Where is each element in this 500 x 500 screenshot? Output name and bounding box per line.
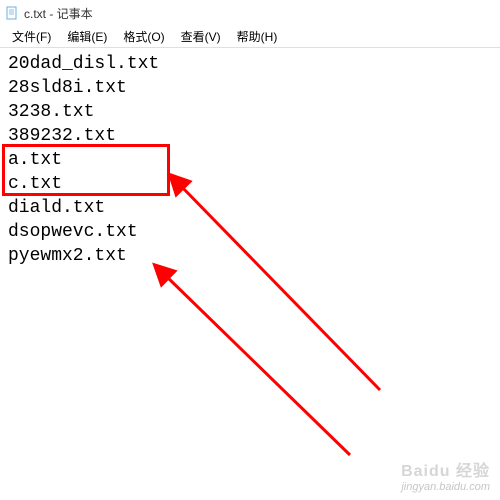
annotation-arrow-2 xyxy=(165,275,350,455)
text-line: pyewmx2.txt xyxy=(8,244,492,268)
watermark: Baidu 经验 jingyan.baidu.com xyxy=(401,462,490,494)
watermark-brand: Baidu 经验 xyxy=(401,462,490,481)
menu-help[interactable]: 帮助(H) xyxy=(229,26,286,47)
text-line: diald.txt xyxy=(8,196,492,220)
notepad-icon xyxy=(4,5,20,21)
menu-edit[interactable]: 编辑(E) xyxy=(59,26,115,47)
text-line: 3238.txt xyxy=(8,100,492,124)
text-line: a.txt xyxy=(8,148,492,172)
text-area[interactable]: 20dad_disl.txt 28sld8i.txt 3238.txt 3892… xyxy=(0,48,500,272)
text-line: c.txt xyxy=(8,172,492,196)
menu-file[interactable]: 文件(F) xyxy=(4,26,59,47)
text-line: dsopwevc.txt xyxy=(8,220,492,244)
text-line: 28sld8i.txt xyxy=(8,76,492,100)
menu-view[interactable]: 查看(V) xyxy=(173,26,229,47)
menu-format[interactable]: 格式(O) xyxy=(115,26,172,47)
menubar: 文件(F) 编辑(E) 格式(O) 查看(V) 帮助(H) xyxy=(0,26,500,48)
text-line: 389232.txt xyxy=(8,124,492,148)
text-line: 20dad_disl.txt xyxy=(8,52,492,76)
window-title: c.txt - 记事本 xyxy=(24,5,93,22)
window-titlebar: c.txt - 记事本 xyxy=(0,0,500,26)
watermark-url: jingyan.baidu.com xyxy=(401,481,490,494)
